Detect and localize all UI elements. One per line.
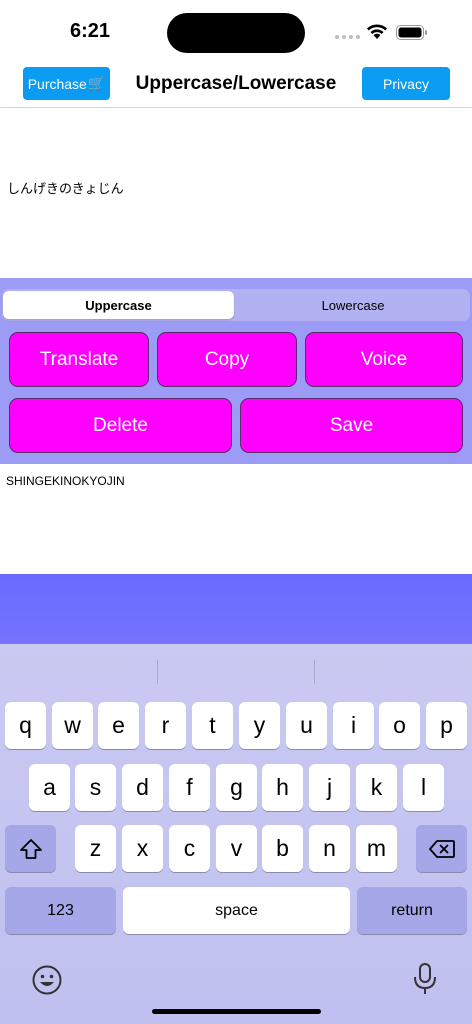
key-y[interactable]: y — [239, 702, 280, 749]
privacy-button[interactable]: Privacy — [362, 67, 450, 100]
key-v[interactable]: v — [216, 825, 257, 872]
key-c[interactable]: c — [169, 825, 210, 872]
key-p[interactable]: p — [426, 702, 467, 749]
suggestion-divider — [157, 660, 158, 684]
key-r[interactable]: r — [145, 702, 186, 749]
segment-lowercase[interactable]: Lowercase — [238, 291, 468, 319]
cellular-signal-icon — [335, 35, 360, 39]
keyboard: q w e r t y u i o p a s d f g h j k l z … — [0, 644, 472, 1024]
space-key[interactable]: space — [123, 887, 350, 934]
segment-uppercase[interactable]: Uppercase — [3, 291, 234, 319]
key-n[interactable]: n — [309, 825, 350, 872]
translate-button[interactable]: Translate — [9, 332, 149, 387]
controls-panel: Uppercase Lowercase Translate Copy Voice… — [0, 278, 472, 464]
status-time: 6:21 — [70, 20, 111, 42]
emoji-icon[interactable] — [31, 964, 63, 996]
key-e[interactable]: e — [98, 702, 139, 749]
delete-key[interactable] — [416, 825, 467, 872]
return-key[interactable]: return — [357, 887, 467, 934]
key-i[interactable]: i — [333, 702, 374, 749]
numbers-key[interactable]: 123 — [5, 887, 116, 934]
output-text-area[interactable]: SHINGEKINOKYOJIN — [0, 464, 472, 574]
key-m[interactable]: m — [356, 825, 397, 872]
page-title: Uppercase/Lowercase — [135, 73, 337, 94]
microphone-icon[interactable] — [412, 962, 438, 996]
home-indicator — [152, 1009, 321, 1014]
key-d[interactable]: d — [122, 764, 163, 811]
background-band — [0, 574, 472, 644]
key-g[interactable]: g — [216, 764, 257, 811]
key-x[interactable]: x — [122, 825, 163, 872]
wifi-icon — [367, 24, 387, 39]
navigation-bar: Purchase 🛒 Uppercase/Lowercase Privacy — [0, 62, 472, 108]
key-u[interactable]: u — [286, 702, 327, 749]
key-w[interactable]: w — [52, 702, 93, 749]
key-o[interactable]: o — [379, 702, 420, 749]
input-text-area[interactable]: しんげきのきょじん — [0, 108, 472, 278]
key-f[interactable]: f — [169, 764, 210, 811]
case-segmented-control: Uppercase Lowercase — [2, 289, 470, 321]
key-b[interactable]: b — [262, 825, 303, 872]
copy-button[interactable]: Copy — [157, 332, 297, 387]
shift-key[interactable] — [5, 825, 56, 872]
voice-button[interactable]: Voice — [305, 332, 463, 387]
key-h[interactable]: h — [262, 764, 303, 811]
save-button[interactable]: Save — [240, 398, 463, 453]
key-k[interactable]: k — [356, 764, 397, 811]
key-t[interactable]: t — [192, 702, 233, 749]
key-a[interactable]: a — [29, 764, 70, 811]
backspace-icon — [428, 839, 455, 858]
input-text: しんげきのきょじん — [7, 182, 124, 197]
purchase-label: Purchase — [27, 75, 87, 92]
delete-button[interactable]: Delete — [9, 398, 232, 453]
dynamic-island — [167, 13, 305, 53]
purchase-button[interactable]: Purchase 🛒 — [23, 67, 110, 100]
battery-icon — [396, 25, 427, 40]
status-bar: 6:21 — [0, 0, 472, 62]
cart-icon: 🛒 — [87, 75, 106, 91]
key-q[interactable]: q — [5, 702, 46, 749]
key-l[interactable]: l — [403, 764, 444, 811]
key-j[interactable]: j — [309, 764, 350, 811]
shift-icon — [19, 838, 42, 859]
key-s[interactable]: s — [75, 764, 116, 811]
output-text: SHINGEKINOKYOJIN — [6, 474, 125, 488]
key-z[interactable]: z — [75, 825, 116, 872]
suggestion-divider — [314, 660, 315, 684]
